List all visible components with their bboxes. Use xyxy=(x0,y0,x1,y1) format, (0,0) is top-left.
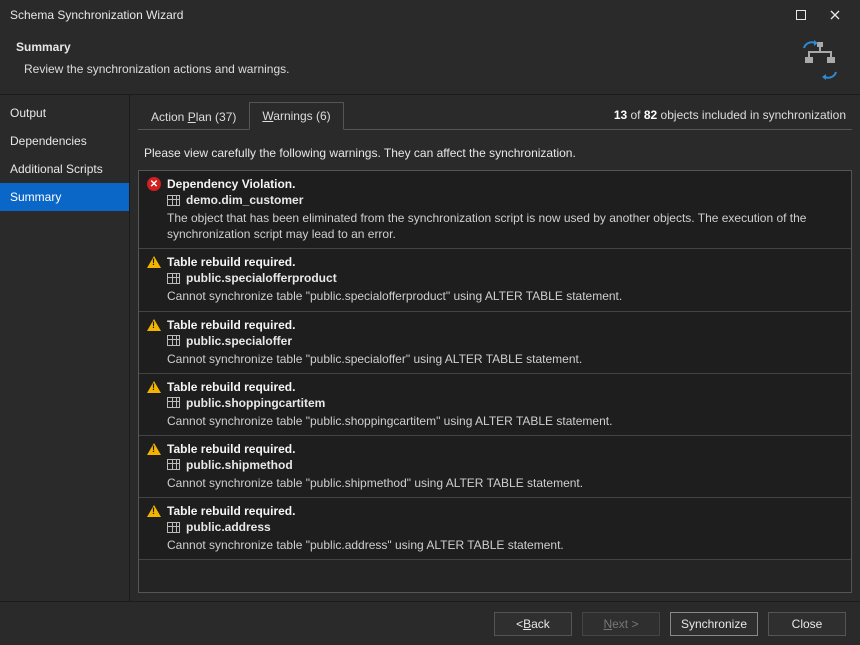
next-button: Next > xyxy=(582,612,660,636)
page-subtitle: Review the synchronization actions and w… xyxy=(16,62,800,76)
back-button[interactable]: < Back xyxy=(494,612,572,636)
sync-schema-icon xyxy=(800,40,840,80)
table-icon xyxy=(167,273,180,284)
sidebar-item-dependencies[interactable]: Dependencies xyxy=(0,127,129,155)
warning-title: Table rebuild required. xyxy=(167,255,295,269)
warning-title: Table rebuild required. xyxy=(167,504,295,518)
sidebar-item-output[interactable]: Output xyxy=(0,99,129,127)
warning-icon xyxy=(147,256,161,268)
table-icon xyxy=(167,459,180,470)
warning-message: Cannot synchronize table "public.address… xyxy=(147,537,843,553)
warning-title: Table rebuild required. xyxy=(167,318,295,332)
warning-title: Table rebuild required. xyxy=(167,442,295,456)
warning-item[interactable]: Table rebuild required. public.address Can… xyxy=(139,498,851,560)
warning-message: Cannot synchronize table "public.shoppin… xyxy=(147,413,843,429)
warning-item[interactable]: Table rebuild required. public.shoppingca… xyxy=(139,374,851,436)
sync-object-count: 13 of 82 objects included in synchroniza… xyxy=(608,102,852,128)
window-title: Schema Synchronization Wizard xyxy=(10,8,784,22)
table-icon xyxy=(167,195,180,206)
warnings-list[interactable]: ✕ Dependency Violation. demo.dim_customer T… xyxy=(138,170,852,593)
close-button-footer[interactable]: Close xyxy=(768,612,846,636)
page-title: Summary xyxy=(16,40,800,54)
warning-title: Table rebuild required. xyxy=(167,380,295,394)
warning-item[interactable]: Table rebuild required. public.specialoff… xyxy=(139,249,851,311)
warning-object: public.specialoffer xyxy=(186,334,292,348)
titlebar: Schema Synchronization Wizard xyxy=(0,0,860,30)
warning-object: demo.dim_customer xyxy=(186,193,303,207)
maximize-icon xyxy=(796,10,806,20)
warning-icon xyxy=(147,319,161,331)
warning-icon xyxy=(147,443,161,455)
warning-object: public.shoppingcartitem xyxy=(186,396,325,410)
tab-action-plan[interactable]: Action Plan (37) xyxy=(138,103,249,130)
maximize-button[interactable] xyxy=(784,2,818,28)
error-icon: ✕ xyxy=(147,177,161,191)
wizard-footer: < Back Next > Synchronize Close xyxy=(0,601,860,645)
sidebar-item-summary[interactable]: Summary xyxy=(0,183,129,211)
warning-item[interactable]: Table rebuild required. public.shipmethod… xyxy=(139,436,851,498)
warning-item[interactable]: ✕ Dependency Violation. demo.dim_customer T… xyxy=(139,171,851,249)
warnings-intro: Please view carefully the following warn… xyxy=(138,130,852,170)
sidebar-item-additional-scripts[interactable]: Additional Scripts xyxy=(0,155,129,183)
table-icon xyxy=(167,335,180,346)
warning-object: public.address xyxy=(186,520,271,534)
synchronize-button[interactable]: Synchronize xyxy=(670,612,758,636)
wizard-steps-sidebar: Output Dependencies Additional Scripts S… xyxy=(0,95,130,601)
warning-message: Cannot synchronize table "public.special… xyxy=(147,288,843,304)
close-button[interactable] xyxy=(818,2,852,28)
warning-object: public.shipmethod xyxy=(186,458,293,472)
wizard-header: Summary Review the synchronization actio… xyxy=(0,30,860,95)
table-icon xyxy=(167,397,180,408)
tab-warnings[interactable]: Warnings (6) xyxy=(249,102,343,130)
tabbar: Action Plan (37) Warnings (6) 13 of 82 o… xyxy=(138,95,852,130)
warning-message: Cannot synchronize table "public.shipmet… xyxy=(147,475,843,491)
table-icon xyxy=(167,522,180,533)
warning-message: Cannot synchronize table "public.special… xyxy=(147,351,843,367)
warning-icon xyxy=(147,505,161,517)
warning-icon xyxy=(147,381,161,393)
warning-message: The object that has been eliminated from… xyxy=(147,210,843,242)
close-icon xyxy=(830,10,840,20)
warning-title: Dependency Violation. xyxy=(167,177,295,191)
warning-item[interactable]: Table rebuild required. public.specialoff… xyxy=(139,312,851,374)
warning-object: public.specialofferproduct xyxy=(186,271,337,285)
